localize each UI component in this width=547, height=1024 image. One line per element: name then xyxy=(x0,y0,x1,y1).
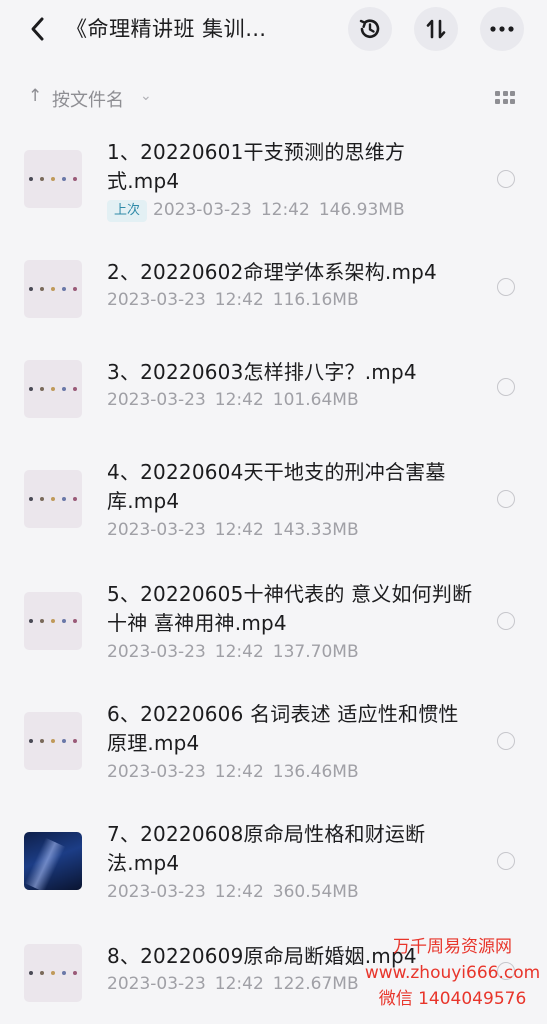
file-size: 122.67MB xyxy=(272,974,359,994)
select-radio[interactable] xyxy=(497,278,515,296)
file-list-screen: 《命理精讲班 集训… ↑ 按文件名 ⌄ 1、20220601干支预测的思维方式.… xyxy=(0,0,547,1024)
file-meta: 2023-03-23 12:42 360.54MB xyxy=(107,880,359,904)
video-thumbnail[interactable] xyxy=(24,832,82,890)
watermark-line: www.zhouyi666.com xyxy=(364,963,541,983)
file-name: 3、20220603怎样排八字？.mp4 xyxy=(107,360,417,384)
video-thumbnail[interactable] xyxy=(24,360,82,418)
sort-order-button[interactable] xyxy=(414,7,458,51)
file-name: 5、20220605十神代表的 意义如何判断十神 喜神用神.mp4 xyxy=(107,582,473,635)
file-meta: 2023-03-23 12:42 136.46MB xyxy=(107,760,359,784)
file-size: 146.93MB xyxy=(318,200,405,220)
file-name: 4、20220604天干地支的刑冲合害墓库.mp4 xyxy=(107,460,446,513)
watermark-line: 微信 1404049576 xyxy=(378,989,527,1009)
select-radio[interactable] xyxy=(497,490,515,508)
chevron-left-icon xyxy=(31,17,44,41)
file-meta: 2023-03-23 12:42 122.67MB xyxy=(107,972,359,996)
file-time: 12:42 xyxy=(214,762,264,782)
file-name: 1、20220601干支预测的思维方式.mp4 xyxy=(107,140,406,193)
select-radio[interactable] xyxy=(497,612,515,630)
sort-direction-icon[interactable]: ↑ xyxy=(28,86,42,106)
select-radio[interactable] xyxy=(497,170,515,188)
more-options-button[interactable] xyxy=(480,7,524,51)
file-date: 2023-03-23 xyxy=(107,882,206,902)
select-radio[interactable] xyxy=(497,852,515,870)
sort-by-filename-dropdown[interactable]: 按文件名 xyxy=(52,86,124,112)
file-meta: 2023-03-23 12:42 101.64MB xyxy=(107,388,359,412)
last-viewed-badge: 上次 xyxy=(107,200,148,222)
history-icon xyxy=(359,19,380,38)
file-meta: 2023-03-23 12:42 143.33MB xyxy=(107,518,359,542)
chevron-down-icon[interactable]: ⌄ xyxy=(140,88,152,104)
file-size: 143.33MB xyxy=(272,520,359,540)
page-title: 《命理精讲班 集训… xyxy=(66,17,267,41)
file-date: 2023-03-23 xyxy=(107,762,206,782)
sort-arrows-icon xyxy=(426,19,446,39)
select-radio[interactable] xyxy=(497,378,515,396)
history-button[interactable] xyxy=(348,7,392,51)
file-date: 2023-03-23 xyxy=(107,290,206,310)
file-date: 2023-03-23 xyxy=(153,200,252,220)
video-thumbnail[interactable] xyxy=(24,944,82,1002)
header-bar: 《命理精讲班 集训… xyxy=(0,0,547,58)
file-size: 360.54MB xyxy=(272,882,359,902)
file-date: 2023-03-23 xyxy=(107,974,206,994)
file-name: 7、20220608原命局性格和财运断法.mp4 xyxy=(107,822,426,875)
video-thumbnail[interactable] xyxy=(24,470,82,528)
file-size: 137.70MB xyxy=(272,642,359,662)
file-size: 116.16MB xyxy=(272,290,359,310)
file-name: 2、20220602命理学体系架构.mp4 xyxy=(107,260,437,284)
file-time: 12:42 xyxy=(214,520,264,540)
more-horizontal-icon xyxy=(490,26,514,32)
file-time: 12:42 xyxy=(214,642,264,662)
file-name: 6、20220606 名词表述 适应性和惯性原理.mp4 xyxy=(107,702,459,755)
file-meta: 2023-03-23 12:42 116.16MB xyxy=(107,288,359,312)
video-thumbnail[interactable] xyxy=(24,260,82,318)
watermark: 万千周易资源网 www.zhouyi666.com 微信 1404049576 xyxy=(360,934,545,1012)
video-thumbnail[interactable] xyxy=(24,150,82,208)
file-meta: 上次 2023-03-23 12:42 146.93MB xyxy=(107,198,405,222)
video-thumbnail[interactable] xyxy=(24,712,82,770)
file-meta: 2023-03-23 12:42 137.70MB xyxy=(107,640,359,664)
file-date: 2023-03-23 xyxy=(107,390,206,410)
select-radio[interactable] xyxy=(497,732,515,750)
back-button[interactable] xyxy=(22,12,52,46)
file-time: 12:42 xyxy=(260,200,310,220)
file-time: 12:42 xyxy=(214,390,264,410)
file-time: 12:42 xyxy=(214,974,264,994)
file-date: 2023-03-23 xyxy=(107,642,206,662)
file-time: 12:42 xyxy=(214,882,264,902)
sort-bar: ↑ 按文件名 ⌄ xyxy=(0,80,547,116)
file-time: 12:42 xyxy=(214,290,264,310)
grid-view-icon[interactable] xyxy=(495,91,515,105)
file-size: 136.46MB xyxy=(272,762,359,782)
file-date: 2023-03-23 xyxy=(107,520,206,540)
watermark-line: 万千周易资源网 xyxy=(393,937,512,957)
video-thumbnail[interactable] xyxy=(24,592,82,650)
file-size: 101.64MB xyxy=(272,390,359,410)
